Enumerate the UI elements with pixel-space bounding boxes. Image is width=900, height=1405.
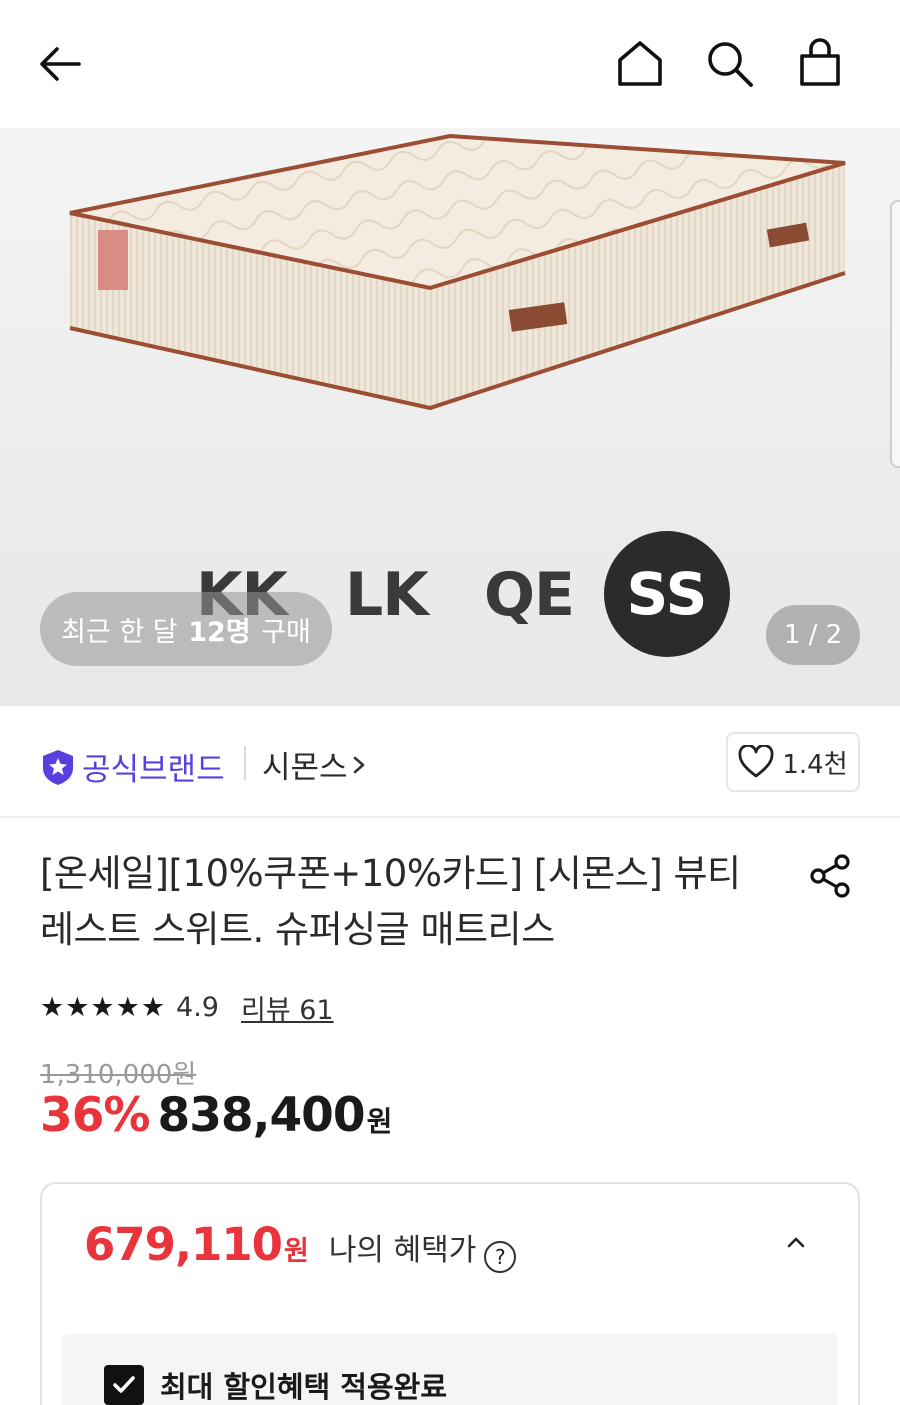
rating-row: ★★★★★ 4.9 리뷰 61: [40, 988, 334, 1027]
back-arrow-icon: [40, 47, 81, 81]
home-icon: [618, 41, 662, 86]
home-button[interactable]: [610, 34, 670, 94]
benefit-price-label: 나의 혜택가: [328, 1233, 477, 1268]
side-scroll-handle[interactable]: [890, 200, 900, 468]
size-option-lk: LK: [345, 560, 429, 630]
original-price: 1,310,000원: [40, 1060, 197, 1090]
share-button[interactable]: [800, 846, 860, 906]
chevron-right-icon: [353, 756, 364, 773]
benefit-price: 679,110: [84, 1218, 283, 1271]
official-brand-badge: 공식브랜드: [40, 744, 225, 789]
star-badge-icon: [43, 749, 73, 785]
mattress-image: [69, 133, 846, 411]
recent-purchase-suffix: 구매: [261, 616, 311, 648]
product-title: [온세일][10%쿠폰+10%카드] [시몬스] 뷰티레스트 스위트. 슈퍼싱글…: [40, 852, 741, 951]
benefit-detail-panel: 최대 할인혜택 적용완료: [62, 1334, 838, 1405]
back-button[interactable]: [30, 34, 90, 94]
brand-name: 시몬스: [262, 750, 348, 786]
brand-link[interactable]: 시몬스: [262, 742, 370, 787]
image-page-indicator: 1 / 2: [766, 605, 860, 665]
size-option-ss-selected: SS: [604, 531, 730, 657]
my-benefit-price-box: 679,110 원 나의 혜택가 ? 최대 할인혜택 적용완료: [40, 1182, 860, 1405]
top-nav-bar: [0, 0, 900, 128]
search-button[interactable]: [700, 34, 760, 94]
brand-label-tag: [98, 230, 128, 290]
official-brand-label: 공식브랜드: [82, 752, 225, 788]
rating-score: 4.9: [176, 992, 219, 1023]
sale-price-row: 36% 838,400 원: [40, 1088, 392, 1143]
chevron-up-icon: [787, 1237, 805, 1248]
product-image-carousel[interactable]: KK LK QE SS 최근 한 달 12명 구매 1 / 2: [0, 128, 900, 706]
search-icon: [708, 42, 753, 87]
cart-icon: [800, 38, 840, 86]
heart-icon: [738, 745, 774, 778]
benefit-price-currency: 원: [283, 1236, 309, 1267]
sale-price-currency: 원: [366, 1105, 393, 1138]
max-discount-checkbox[interactable]: [104, 1365, 144, 1405]
benefit-price-header: 679,110 원 나의 혜택가 ?: [84, 1218, 517, 1273]
cart-button[interactable]: [790, 34, 850, 94]
like-count: 1.4천: [782, 749, 848, 780]
recent-purchase-count: 12명: [188, 616, 251, 648]
help-icon[interactable]: ?: [484, 1241, 517, 1273]
brand-row: 공식브랜드 시몬스 1.4천: [0, 706, 900, 818]
collapse-benefit-button[interactable]: [776, 1222, 816, 1262]
like-button[interactable]: 1.4천: [726, 732, 860, 792]
recent-purchase-prefix: 최근 한 달: [61, 616, 178, 648]
sale-price: 838,400: [157, 1088, 366, 1143]
star-rating-icons: ★★★★★: [40, 992, 167, 1023]
share-icon: [810, 854, 850, 898]
max-discount-label: 최대 할인혜택 적용완료: [160, 1370, 447, 1404]
size-option-qe: QE: [484, 560, 575, 630]
checkmark-icon: [113, 1376, 135, 1393]
review-count-link[interactable]: 리뷰 61: [241, 988, 334, 1027]
max-discount-applied-row[interactable]: 최대 할인혜택 적용완료: [104, 1364, 447, 1405]
recent-purchase-badge: 최근 한 달 12명 구매: [40, 592, 332, 666]
discount-rate: 36%: [40, 1088, 150, 1143]
divider: [244, 746, 246, 780]
